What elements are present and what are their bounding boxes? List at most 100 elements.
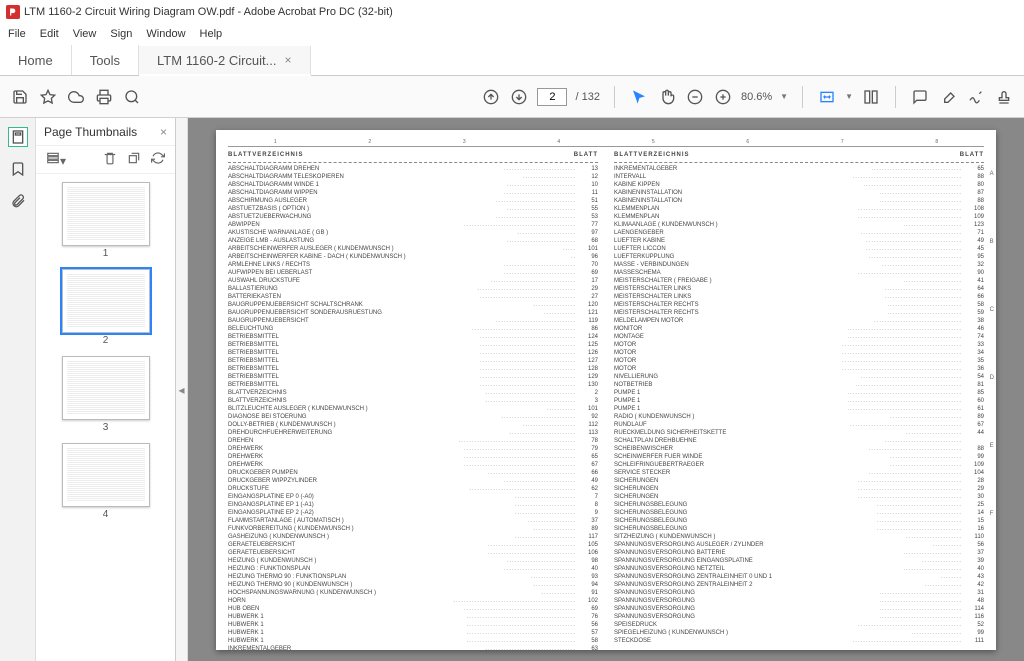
thumbnail-page[interactable]	[62, 443, 150, 507]
index-entry: NIVELLIERUNG............................…	[614, 373, 984, 381]
menu-help[interactable]: Help	[200, 28, 223, 40]
sign-icon[interactable]	[966, 87, 986, 107]
index-entry: SICHERUNGSBELEGUNG......................…	[614, 509, 984, 517]
thumbnail-number: 1	[62, 248, 150, 259]
page-display-icon[interactable]	[861, 87, 881, 107]
navigation-pane-strip	[0, 118, 36, 661]
options-icon[interactable]: ▾	[46, 151, 66, 168]
index-entry: MASSE - VERBINDUNGEN....................…	[614, 261, 984, 269]
document-view[interactable]: 12345678 ABCDEF BLATTVERZEICHNISBLATT AB…	[188, 118, 1024, 661]
hand-tool-icon[interactable]	[657, 87, 677, 107]
print-icon[interactable]	[94, 87, 114, 107]
tab-document[interactable]: LTM 1160-2 Circuit...×	[139, 46, 310, 76]
bookmarks-panel-icon[interactable]	[9, 160, 27, 178]
star-icon[interactable]	[38, 87, 58, 107]
menu-view[interactable]: View	[73, 28, 97, 40]
index-entry: ARBEITSCHEINWERFER KABINE - DACH ( KUNDE…	[228, 253, 598, 261]
index-entry: SCHLEIFRINGUEBERTRAEGER.................…	[614, 461, 984, 469]
index-entry: BETRIEBSMITTEL..........................…	[228, 357, 598, 365]
index-entry: MEISTERSCHALTER RECHTS..................…	[614, 309, 984, 317]
menu-edit[interactable]: Edit	[40, 28, 59, 40]
index-entry: BELEUCHTUNG.............................…	[228, 325, 598, 333]
zoom-level[interactable]: 80.6%	[741, 91, 772, 103]
index-entry: MEISTERSCHALTER ( FREIGABE )............…	[614, 277, 984, 285]
index-entry: RUNDLAUF................................…	[614, 421, 984, 429]
index-entry: KLIMAANLAGE ( KUNDENWUNSCH )............…	[614, 221, 984, 229]
index-entry: SPIEGELHEIZUNG ( KUNDENWUNSCH ).........…	[614, 629, 984, 637]
index-entry: SPANNUNGSVERSORGUNG EINGANGSPLATINE.....…	[614, 557, 984, 565]
comment-icon[interactable]	[910, 87, 930, 107]
index-entry: EINGANGSPLATINE EP 2 (-A2)..............…	[228, 509, 598, 517]
index-entry: LAENGENGEBER............................…	[614, 229, 984, 237]
index-entry: EINGANGSPLATINE EP 0 (-A0)..............…	[228, 493, 598, 501]
index-entry: PUMPE 1.................................…	[614, 397, 984, 405]
index-entry: DRUCKSTUFE..............................…	[228, 485, 598, 493]
cloud-icon[interactable]	[66, 87, 86, 107]
tab-bar: Home Tools LTM 1160-2 Circuit...×	[0, 44, 1024, 76]
thumbnails-panel-icon[interactable]	[9, 128, 27, 146]
chevron-down-icon[interactable]: ▼	[780, 92, 788, 101]
tab-tools[interactable]: Tools	[72, 45, 139, 75]
thumbnail-page[interactable]	[62, 269, 150, 333]
search-icon[interactable]	[122, 87, 142, 107]
index-entry: ABWIPPEN................................…	[228, 221, 598, 229]
index-entry: HEIZUNG THERMO 90 ( KUNDENWUNSCH )......…	[228, 581, 598, 589]
index-entry: ABSCHALTDIAGRAMM WIPPEN.................…	[228, 189, 598, 197]
index-entry: BETRIEBSMITTEL..........................…	[228, 341, 598, 349]
attachments-panel-icon[interactable]	[9, 192, 27, 210]
menu-file[interactable]: File	[8, 28, 26, 40]
index-entry: INKREMENTALGEBER........................…	[614, 165, 984, 173]
save-icon[interactable]	[10, 87, 30, 107]
index-entry: BETRIEBSMITTEL..........................…	[228, 349, 598, 357]
thumbnails-panel: Page Thumbnails × ▾ 1234	[36, 118, 176, 661]
fit-width-icon[interactable]	[817, 87, 837, 107]
index-entry: BETRIEBSMITTEL..........................…	[228, 365, 598, 373]
menu-sign[interactable]: Sign	[110, 28, 132, 40]
index-entry: SPANNUNGSVERSORGUNG NETZTEIL............…	[614, 565, 984, 573]
index-entry: SPANNUNGSVERSORGUNG.....................…	[614, 589, 984, 597]
main-toolbar: / 132 80.6% ▼ ▼	[0, 76, 1024, 118]
index-entry: MOTOR...................................…	[614, 365, 984, 373]
page-down-icon[interactable]	[509, 87, 529, 107]
stamp-icon[interactable]	[994, 87, 1014, 107]
page-number-input[interactable]	[537, 88, 567, 106]
index-entry: LUEFTER LICCON..........................…	[614, 245, 984, 253]
index-entry: PUMPE 1.................................…	[614, 405, 984, 413]
index-entry: PUMPE 1.................................…	[614, 389, 984, 397]
index-entry: SICHERUNGSBELEGUNG......................…	[614, 501, 984, 509]
index-entry: HEIZUNG : FUNKTIONSPLAN.................…	[228, 565, 598, 573]
index-entry: BLATTVERZEICHNIS........................…	[228, 389, 598, 397]
index-entry: BAUGRUPPENUEBERSICHT SONDERAUSRUESTUNG..…	[228, 309, 598, 317]
index-entry: ABSCHALTDIAGRAMM TELESKOPIEREN..........…	[228, 173, 598, 181]
index-entry: INKREMENTALGEBER........................…	[228, 645, 598, 653]
close-panel-icon[interactable]: ×	[160, 125, 167, 139]
thumbnail-page[interactable]	[62, 356, 150, 420]
rotate-icon[interactable]	[127, 151, 141, 168]
index-entry: MOTOR...................................…	[614, 357, 984, 365]
thumbnail-page[interactable]	[62, 182, 150, 246]
index-entry: EINGANGSPLATINE EP 1 (-A1)..............…	[228, 501, 598, 509]
index-entry: KABINE KIPPEN...........................…	[614, 181, 984, 189]
index-entry: DREHWERK................................…	[228, 453, 598, 461]
highlight-icon[interactable]	[938, 87, 958, 107]
index-entry: MEISTERSCHALTER LINKS...................…	[614, 285, 984, 293]
zoom-in-icon[interactable]	[713, 87, 733, 107]
index-entry: DRUCKGEBER WIPPZYLINDER.................…	[228, 477, 598, 485]
index-entry: SPANNUNGSVERSORGUNG.....................…	[614, 613, 984, 621]
zoom-out-icon[interactable]	[685, 87, 705, 107]
index-entry: BATTERIEKASTEN..........................…	[228, 293, 598, 301]
page-up-icon[interactable]	[481, 87, 501, 107]
chevron-down-icon[interactable]: ▼	[845, 92, 853, 101]
close-icon[interactable]: ×	[285, 53, 292, 67]
menu-window[interactable]: Window	[146, 28, 185, 40]
index-entry: SERVICE STECKER.........................…	[614, 469, 984, 477]
index-entry: KABINENINSTALLATION.....................…	[614, 189, 984, 197]
delete-icon[interactable]	[103, 151, 117, 168]
index-entry: KABINENINSTALLATION.....................…	[614, 197, 984, 205]
collapse-panel-button[interactable]: ◂	[176, 118, 188, 661]
index-entry: HUBWERK 1...............................…	[228, 637, 598, 645]
refresh-icon[interactable]	[151, 151, 165, 168]
index-entry: GASHEIZUNG ( KUNDENWUNSCH ).............…	[228, 533, 598, 541]
selection-tool-icon[interactable]	[629, 87, 649, 107]
tab-home[interactable]: Home	[0, 45, 72, 75]
